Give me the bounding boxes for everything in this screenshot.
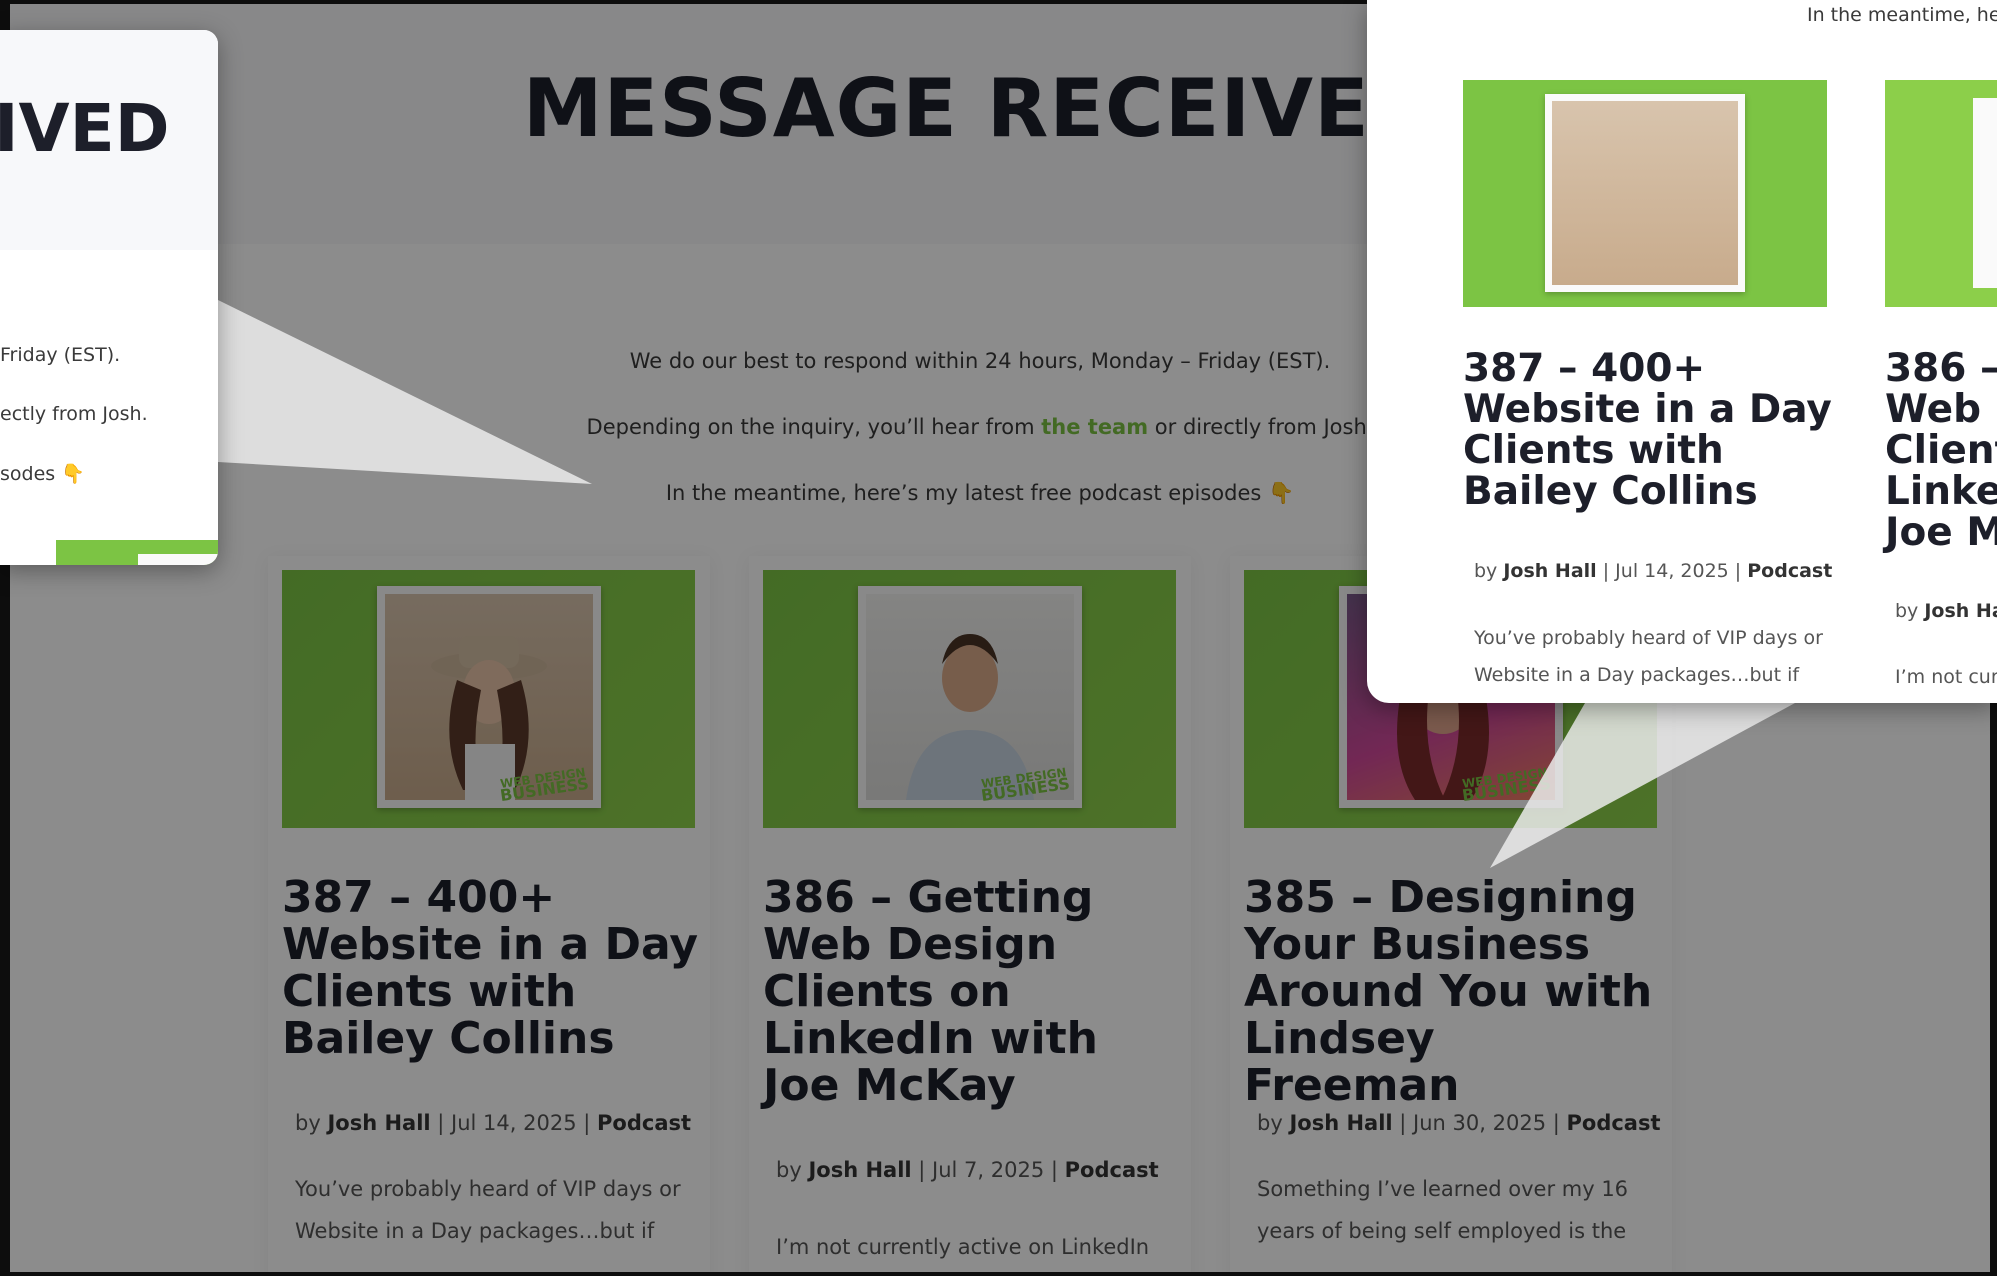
zoom-callout-right: In the meantime, here 387 – 400+ Website… (1367, 0, 1997, 703)
zoom-thumbnail (1463, 80, 1827, 307)
right-callout-pointer (1490, 703, 1795, 868)
left-callout-pointer (218, 300, 592, 484)
zoom-title-fragment: IVED (0, 90, 170, 167)
zoom-line-2: ectly from Josh. (0, 403, 148, 425)
zoom-post-title-2: 386 – Web Client Linke Joe M (1885, 346, 1997, 555)
zoom-post-excerpt: You’ve probably heard of VIP days or Web… (1474, 627, 1823, 686)
zoom-line-1: Friday (EST). (0, 344, 121, 366)
zoom-post-excerpt-2: I’m not curr (1895, 666, 1997, 688)
zoom-intro-fragment: In the meantime, here (1807, 4, 1997, 26)
zoom-post-title: 387 – 400+ Website in a Day Clients with… (1463, 346, 1832, 514)
zoom-callout-left: IVED Friday (EST). ectly from Josh. sode… (0, 30, 218, 565)
zoom-post-meta: by Josh Hall | Jul 14, 2025 | Podcast (1474, 560, 1833, 582)
zoom-post-meta-2: by Josh Hal (1895, 600, 1997, 622)
zoom-thumbnail-2 (1885, 80, 1997, 307)
zoom-guest-photo (1552, 101, 1738, 285)
zoom-line-3: sodes 👇 (0, 463, 85, 485)
zoom-thumbnail-edge (56, 540, 218, 565)
